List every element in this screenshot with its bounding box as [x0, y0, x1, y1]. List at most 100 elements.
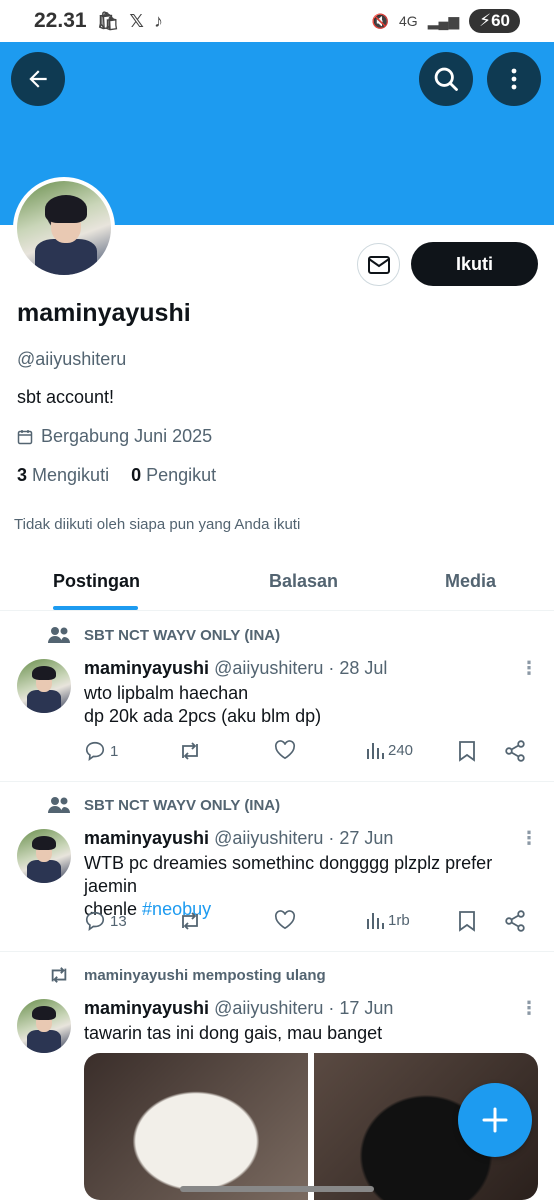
envelope-icon	[367, 255, 390, 274]
heart-icon	[274, 910, 296, 930]
community-context[interactable]: SBT NCT WAYV ONLY (INA)	[48, 796, 280, 814]
active-tab-indicator	[53, 606, 138, 610]
followers-count: 0	[131, 465, 142, 485]
followers-label: Pengikut	[146, 465, 217, 485]
post-avatar[interactable]	[17, 999, 71, 1053]
repost-icon	[182, 912, 198, 930]
post-text-line: wto lipbalm haechan	[84, 683, 249, 703]
reply-count: 1	[110, 742, 119, 760]
views-button[interactable]: 1rb	[366, 910, 410, 930]
shopping-bag-icon: 🛍	[96, 10, 120, 31]
view-count: 240	[388, 741, 414, 759]
not-followed-text: Tidak diikuti oleh siapa pun yang Anda i…	[14, 516, 301, 533]
post-author[interactable]: maminyayushi	[84, 828, 209, 848]
back-button[interactable]	[11, 52, 65, 106]
follow-button[interactable]: Ikuti	[411, 242, 538, 286]
views-icon	[367, 913, 384, 929]
post-header: maminyayushi @aiiyushiteru · 17 Jun	[84, 998, 393, 1019]
post-text-line: WTB pc dreamies somethinc dongggg plzplz…	[84, 853, 493, 896]
repost-button[interactable]	[178, 740, 202, 762]
more-options-button[interactable]	[487, 52, 541, 106]
post-text: wto lipbalm haechan dp 20k ada 2pcs (aku…	[84, 682, 544, 728]
like-button[interactable]	[274, 910, 296, 930]
user-handle: @aiiyushiteru	[17, 349, 127, 369]
post-more-icon[interactable]: ⋮	[520, 828, 538, 849]
plus-icon	[482, 1107, 508, 1133]
share-icon	[505, 910, 525, 932]
bookmark-button[interactable]	[458, 740, 476, 762]
heart-icon	[274, 740, 296, 760]
post-more-icon[interactable]: ⋮	[520, 998, 538, 1019]
community-context[interactable]: SBT NCT WAYV ONLY (INA)	[48, 626, 280, 644]
repost-context[interactable]: maminyayushi memposting ulang	[48, 965, 326, 985]
join-date: Bergabung Juni 2025	[17, 426, 212, 447]
tab-media-label: Media	[444, 571, 496, 591]
tiktok-icon: ♪	[153, 10, 163, 31]
following-count: 3	[17, 465, 28, 485]
share-button[interactable]	[504, 910, 526, 932]
reply-icon	[85, 741, 105, 762]
post-item[interactable]: SBT NCT WAYV ONLY (INA) maminyayushi @ai…	[0, 782, 554, 952]
post-avatar[interactable]	[17, 659, 71, 713]
search-icon	[434, 67, 458, 91]
bookmark-icon	[459, 741, 475, 762]
tab-media[interactable]: Media	[387, 553, 554, 610]
profile-bio: sbt account!	[17, 387, 115, 407]
followers-link[interactable]: 0 Pengikut	[131, 465, 216, 486]
battery-level: 60	[491, 11, 510, 30]
view-count: 1rb	[388, 911, 410, 929]
post-more-icon[interactable]: ⋮	[520, 658, 538, 679]
media-image[interactable]	[84, 1053, 308, 1200]
community-name: SBT NCT WAYV ONLY (INA)	[84, 626, 281, 644]
reply-button[interactable]: 1	[84, 740, 118, 762]
post-avatar[interactable]	[17, 829, 71, 883]
display-name: maminyayushi	[17, 299, 191, 327]
home-indicator[interactable]	[180, 1186, 374, 1192]
post-text-line: dp 20k ada 2pcs (aku blm dp)	[84, 706, 322, 726]
status-time: 22.31	[34, 9, 87, 32]
profile-avatar[interactable]	[13, 177, 115, 279]
post-header: maminyayushi @aiiyushiteru · 28 Jul	[84, 658, 387, 679]
repost-button[interactable]	[178, 910, 202, 932]
post-meta: @aiiyushiteru · 28 Jul	[214, 658, 388, 678]
more-vertical-icon	[511, 68, 517, 90]
mute-icon: 🔇	[371, 12, 389, 29]
status-bar: 22.31 🛍 𝕏 ♪ 🔇 4G ▂▄▆ ⚡60	[0, 0, 554, 42]
post-header: maminyayushi @aiiyushiteru · 27 Jun	[84, 828, 393, 849]
post-meta: @aiiyushiteru · 17 Jun	[214, 998, 394, 1018]
views-icon	[367, 743, 384, 759]
reply-button[interactable]: 13	[84, 910, 127, 932]
network-type: 4G	[399, 13, 418, 29]
message-button[interactable]	[357, 243, 400, 286]
post-actions: 13 1rb	[84, 910, 528, 938]
repost-icon	[51, 967, 67, 983]
share-button[interactable]	[504, 740, 526, 762]
post-meta: @aiiyushiteru · 27 Jun	[214, 828, 394, 848]
community-icon	[48, 797, 70, 813]
search-button[interactable]	[419, 52, 473, 106]
bookmark-button[interactable]	[458, 910, 476, 932]
compose-button[interactable]	[458, 1083, 532, 1157]
community-name: SBT NCT WAYV ONLY (INA)	[84, 796, 281, 814]
share-icon	[505, 740, 525, 762]
reply-count: 13	[110, 912, 127, 930]
tab-posts[interactable]: Postingan	[0, 553, 220, 610]
arrow-left-icon	[29, 70, 47, 88]
profile-tabs: Postingan Balasan Media	[0, 553, 554, 611]
repost-context-text: maminyayushi memposting ulang	[84, 966, 326, 984]
following-label: Mengikuti	[32, 465, 110, 485]
post-item[interactable]: SBT NCT WAYV ONLY (INA) maminyayushi @ai…	[0, 612, 554, 782]
battery-indicator: ⚡60	[469, 9, 520, 33]
signal-icon: ▂▄▆	[427, 12, 460, 29]
calendar-icon	[17, 429, 33, 444]
tab-replies-label: Balasan	[268, 571, 339, 591]
post-author[interactable]: maminyayushi	[84, 998, 209, 1018]
join-date-text: Bergabung Juni 2025	[41, 426, 213, 446]
post-author[interactable]: maminyayushi	[84, 658, 209, 678]
like-button[interactable]	[274, 740, 296, 760]
following-link[interactable]: 3 Mengikuti	[17, 465, 109, 486]
views-button[interactable]: 240	[366, 740, 413, 760]
post-actions: 1 240	[84, 740, 528, 768]
tab-replies[interactable]: Balasan	[220, 553, 387, 610]
follow-stats: 3 Mengikuti 0 Pengikut	[17, 465, 216, 486]
